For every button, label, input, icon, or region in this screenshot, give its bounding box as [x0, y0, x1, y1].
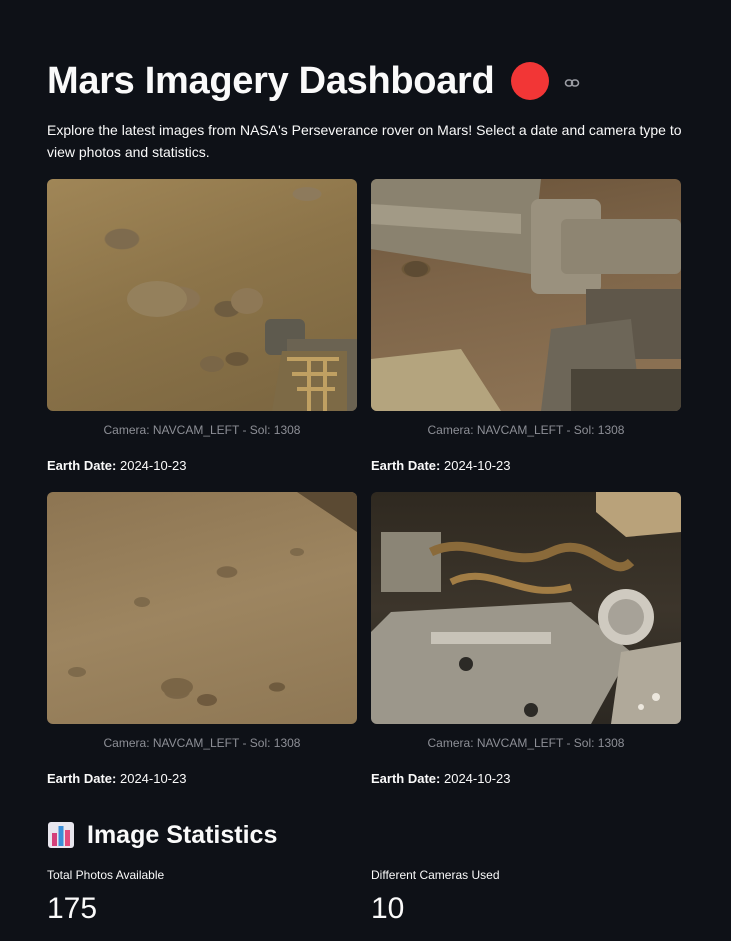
photo-caption: Camera: NAVCAM_LEFT - Sol: 1308	[103, 423, 301, 437]
rover-arm-illustration	[371, 179, 681, 411]
metric-label: Total Photos Available	[47, 868, 165, 882]
earth-date-value: 2024-10-23	[119, 771, 187, 786]
photo-card: Camera: NAVCAM_LEFT - Sol: 1308 Earth Da…	[371, 492, 681, 805]
earth-date: Earth Date: 2024-10-23	[371, 771, 681, 787]
stats-title: Image Statistics	[87, 821, 278, 849]
intro-text: Explore the latest images from NASA's Pe…	[47, 122, 682, 160]
stats-heading: Image Statistics	[47, 817, 684, 853]
photo-caption: Camera: NAVCAM_LEFT - Sol: 1308	[103, 736, 301, 750]
earth-date-value: 2024-10-23	[119, 458, 187, 473]
metric-value: 175	[47, 892, 98, 925]
earth-date-value: 2024-10-23	[443, 771, 511, 786]
earth-date: Earth Date: 2024-10-23	[371, 458, 681, 474]
metrics-row: Total Photos Available 175 Different Cam…	[47, 867, 684, 929]
earth-date-value: 2024-10-23	[443, 458, 511, 473]
metric-label: Different Cameras Used	[371, 868, 500, 882]
earth-date: Earth Date: 2024-10-23	[47, 771, 357, 787]
main-content: Mars Imagery Dashboard Explore the lates…	[0, 0, 731, 941]
earth-date: Earth Date: 2024-10-23	[47, 458, 357, 474]
metric-value: 10	[371, 892, 405, 925]
earth-date-label: Earth Date:	[371, 458, 441, 473]
bar-chart-icon	[48, 822, 74, 848]
rover-deck-illustration	[371, 492, 681, 724]
photo-caption: Camera: NAVCAM_LEFT - Sol: 1308	[427, 736, 625, 750]
photo-card: Camera: NAVCAM_LEFT - Sol: 1308 Earth Da…	[47, 492, 357, 805]
metric-total-photos: Total Photos Available 175	[47, 867, 371, 929]
photo-caption: Camera: NAVCAM_LEFT - Sol: 1308	[427, 423, 625, 437]
earth-date-label: Earth Date:	[47, 771, 117, 786]
mars-photo	[47, 492, 357, 724]
metric-different-cameras: Different Cameras Used 10	[371, 867, 681, 929]
page-title: Mars Imagery Dashboard	[47, 60, 495, 102]
earth-date-label: Earth Date:	[47, 458, 117, 473]
title-row: Mars Imagery Dashboard	[47, 0, 684, 104]
mars-photo	[47, 179, 357, 411]
rover-wheel-illustration	[127, 281, 357, 411]
photo-card: Camera: NAVCAM_LEFT - Sol: 1308 Earth Da…	[371, 179, 681, 492]
mars-photo	[371, 492, 681, 724]
photo-card: Camera: NAVCAM_LEFT - Sol: 1308 Earth Da…	[47, 179, 357, 492]
earth-date-label: Earth Date:	[371, 771, 441, 786]
photo-grid: Camera: NAVCAM_LEFT - Sol: 1308 Earth Da…	[47, 179, 684, 805]
red-circle-emoji	[511, 62, 550, 100]
link-icon[interactable]	[563, 74, 581, 92]
terrain-illustration	[68, 492, 357, 706]
mars-photo	[371, 179, 681, 411]
